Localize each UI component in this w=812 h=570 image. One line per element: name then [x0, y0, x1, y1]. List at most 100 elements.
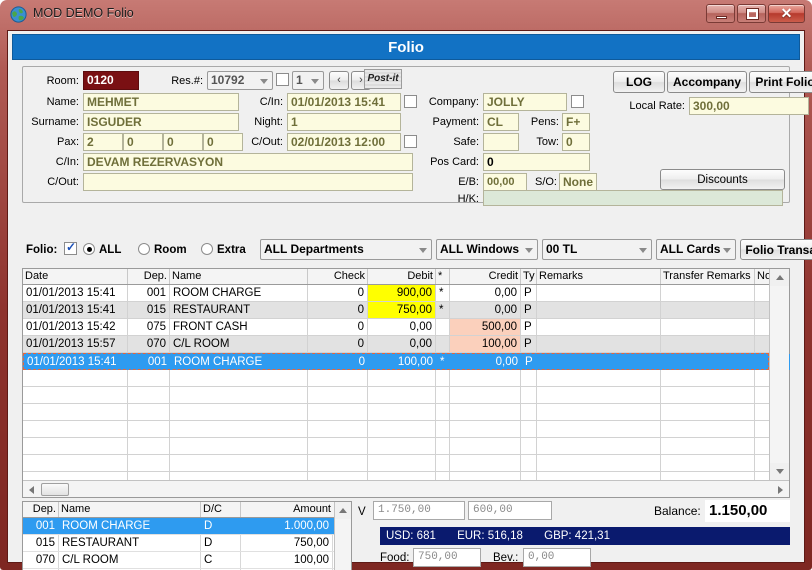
- col-credit[interactable]: Credit: [450, 269, 521, 284]
- sum-col-dc[interactable]: D/C: [201, 502, 241, 517]
- cell-empty[interactable]: [23, 370, 128, 386]
- radio-extra[interactable]: [201, 243, 213, 255]
- currency-combo[interactable]: 00 TL: [542, 239, 652, 260]
- cell-empty[interactable]: [661, 455, 755, 471]
- summary-vscrollbar[interactable]: [334, 502, 351, 570]
- table-row-empty[interactable]: [23, 455, 789, 472]
- cell-dep[interactable]: 075: [128, 319, 170, 335]
- cell-name[interactable]: ROOM CHARGE: [171, 354, 309, 370]
- cell-transfer-remarks[interactable]: [661, 302, 755, 318]
- cell-empty[interactable]: [537, 370, 661, 386]
- cell-check[interactable]: 0: [308, 302, 368, 318]
- accompany-button[interactable]: Accompany: [667, 71, 747, 93]
- cell-check[interactable]: 0: [308, 285, 368, 301]
- cell-date[interactable]: 01/01/2013 15:41: [24, 354, 129, 370]
- log-button[interactable]: LOG: [613, 71, 665, 93]
- col-debit-star[interactable]: *: [436, 269, 450, 284]
- print-folio-button[interactable]: Print Folio: [749, 71, 812, 93]
- res-number-combo[interactable]: 10792: [207, 71, 273, 90]
- cards-combo[interactable]: ALL Cards: [656, 239, 736, 260]
- col-name[interactable]: Name: [170, 269, 308, 284]
- summary-cell-name[interactable]: RESTAURANT: [59, 535, 201, 551]
- res-checkbox[interactable]: [276, 73, 289, 86]
- cell-ty[interactable]: P: [521, 319, 537, 335]
- cell-empty[interactable]: [170, 438, 308, 454]
- surname-value[interactable]: ISGUDER: [83, 113, 239, 131]
- summary-cell-name[interactable]: C/L ROOM: [59, 552, 201, 568]
- cell-empty[interactable]: [128, 438, 170, 454]
- cell-empty[interactable]: [521, 404, 537, 420]
- cell-empty[interactable]: [170, 404, 308, 420]
- room-value[interactable]: 0120: [83, 71, 139, 90]
- cell-check[interactable]: 0: [308, 336, 368, 352]
- cell-empty[interactable]: [128, 455, 170, 471]
- so-value[interactable]: None: [559, 173, 597, 191]
- summary-cell-dc[interactable]: C: [201, 552, 241, 568]
- col-type[interactable]: Ty: [521, 269, 537, 284]
- cell-debit[interactable]: 100,00: [369, 354, 437, 370]
- close-button[interactable]: ✕: [768, 4, 805, 23]
- cell-date[interactable]: 01/01/2013 15:41: [23, 302, 128, 318]
- company-checkbox[interactable]: [571, 95, 584, 108]
- payment-value[interactable]: CL: [483, 113, 519, 131]
- cell-empty[interactable]: [450, 387, 521, 403]
- maximize-button[interactable]: [737, 4, 766, 23]
- hk-value[interactable]: [483, 190, 783, 206]
- cell-empty[interactable]: [170, 455, 308, 471]
- cell-star[interactable]: [436, 336, 450, 352]
- cell-empty[interactable]: [436, 455, 450, 471]
- cell-remarks[interactable]: [538, 354, 662, 370]
- night-value[interactable]: 1: [287, 113, 401, 131]
- table-row[interactable]: 01/01/2013 15:57 070 C/L ROOM 0 0,00 100,00 P: [23, 336, 789, 353]
- table-row-empty[interactable]: [23, 421, 789, 438]
- cell-dep[interactable]: 070: [128, 336, 170, 352]
- cell-date[interactable]: 01/01/2013 15:42: [23, 319, 128, 335]
- pax-children-1[interactable]: 0: [123, 133, 163, 151]
- cell-ty[interactable]: P: [522, 354, 538, 370]
- pax-adults[interactable]: 2: [83, 133, 123, 151]
- cell-star[interactable]: *: [436, 285, 450, 301]
- cell-name[interactable]: ROOM CHARGE: [170, 285, 308, 301]
- cell-empty[interactable]: [661, 421, 755, 437]
- summary-cell-amount[interactable]: 1.000,00: [241, 518, 333, 534]
- cell-empty[interactable]: [368, 370, 436, 386]
- cell-dep[interactable]: 001: [128, 285, 170, 301]
- col-remarks[interactable]: Remarks: [537, 269, 661, 284]
- summary-cell-dep[interactable]: 015: [23, 535, 59, 551]
- cell-empty[interactable]: [450, 438, 521, 454]
- cell-empty[interactable]: [436, 370, 450, 386]
- summary-scroll-up-button[interactable]: [335, 502, 351, 519]
- transactions-hscrollbar[interactable]: [23, 480, 789, 497]
- cell-transfer-remarks[interactable]: [661, 336, 755, 352]
- transactions-grid[interactable]: Date Dep. Name Check Debit * Credit Ty R…: [22, 268, 790, 498]
- cout-note-value[interactable]: [83, 173, 413, 191]
- cell-empty[interactable]: [23, 421, 128, 437]
- cell-ty[interactable]: P: [521, 302, 537, 318]
- cin-value[interactable]: 01/01/2013 15:41: [287, 93, 401, 111]
- cell-credit[interactable]: 0,00: [450, 302, 521, 318]
- cell-empty[interactable]: [521, 455, 537, 471]
- windows-combo[interactable]: ALL Windows: [436, 239, 538, 260]
- eb-value[interactable]: 00,00: [483, 173, 527, 191]
- cell-star[interactable]: [436, 319, 450, 335]
- cell-name[interactable]: FRONT CASH: [170, 319, 308, 335]
- cell-empty[interactable]: [368, 404, 436, 420]
- cell-empty[interactable]: [170, 370, 308, 386]
- list-item[interactable]: 070 C/L ROOM C 100,00: [23, 552, 334, 569]
- pos-card-value[interactable]: 0: [483, 153, 590, 171]
- local-rate-value[interactable]: 300,00: [689, 97, 809, 115]
- cell-empty[interactable]: [368, 438, 436, 454]
- cell-credit[interactable]: 100,00: [450, 336, 521, 352]
- summary-grid[interactable]: Dep. Name D/C Amount 001 ROOM CHARGE D 1.00…: [22, 501, 352, 570]
- cell-credit[interactable]: 0,00: [451, 354, 522, 370]
- cell-empty[interactable]: [368, 421, 436, 437]
- cin-date-checkbox[interactable]: [404, 95, 417, 108]
- cell-empty[interactable]: [128, 421, 170, 437]
- table-row-empty[interactable]: [23, 404, 789, 421]
- cell-empty[interactable]: [450, 421, 521, 437]
- cell-remarks[interactable]: [537, 336, 661, 352]
- cin-note-value[interactable]: DEVAM REZERVASYON: [83, 153, 413, 171]
- col-check[interactable]: Check: [308, 269, 368, 284]
- cell-empty[interactable]: [23, 404, 128, 420]
- cell-empty[interactable]: [537, 387, 661, 403]
